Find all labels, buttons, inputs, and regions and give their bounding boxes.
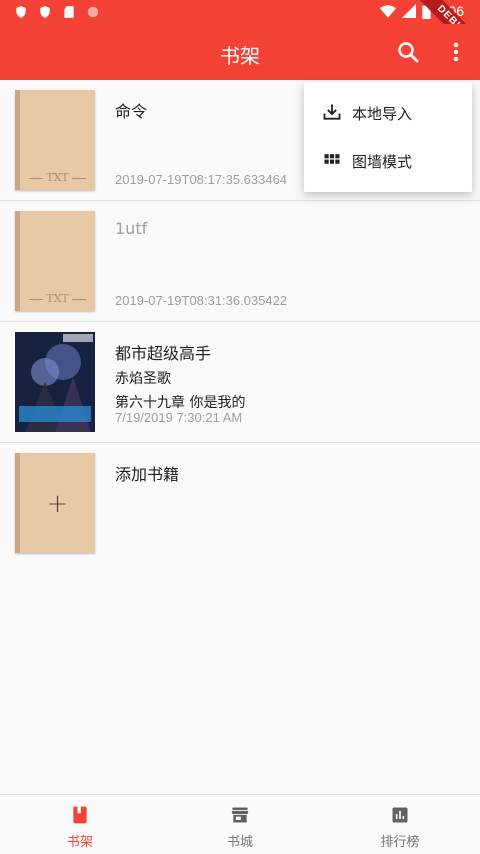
grid-icon <box>324 154 340 164</box>
plus-icon: + <box>46 489 69 519</box>
notification-icons <box>14 5 100 19</box>
sd-card-icon <box>64 6 74 18</box>
menu-item-label: 本地导入 <box>352 105 413 123</box>
cover-label: TXT <box>24 292 91 305</box>
book-latest-chapter: 第六十九章 你是我的 <box>115 395 246 411</box>
menu-item-label: 图墙模式 <box>352 153 413 171</box>
status-bar: 9:06 DEBUG <box>0 0 480 67</box>
cover-artwork <box>15 332 95 432</box>
add-book-cover: + <box>15 453 95 553</box>
book-cover-image <box>15 332 95 432</box>
signal-icon <box>401 4 416 18</box>
book-cover: TXT <box>15 211 95 311</box>
book-date: 2019-07-19T08:17:35.633464 <box>115 172 288 187</box>
book-cover: TXT <box>15 90 95 190</box>
book-icon <box>73 806 87 824</box>
nav-tab-ranking[interactable]: 排行榜 <box>320 795 480 854</box>
add-book-label: 添加书籍 <box>115 465 180 484</box>
menu-item-grid-mode[interactable]: 图墙模式 <box>304 136 472 184</box>
add-book-item[interactable]: + 添加书籍 <box>0 443 480 564</box>
search-button[interactable] <box>392 36 424 68</box>
store-icon <box>231 807 249 823</box>
app-bar: 书架 <box>0 24 480 80</box>
book-author: 赤焰圣歌 <box>115 371 171 387</box>
record-icon <box>87 6 99 18</box>
book-title: 命令 <box>115 102 148 121</box>
book-item[interactable]: 都市超级高手 赤焰圣歌 第六十九章 你是我的 7/19/2019 7:30:21… <box>0 322 480 443</box>
bottom-navigation: 书架 书城 排行榜 <box>0 794 480 854</box>
shield-icon <box>40 6 50 18</box>
more-options-button[interactable] <box>440 36 472 68</box>
book-date: 7/19/2019 7:30:21 AM <box>115 410 243 425</box>
nav-tab-label: 书城 <box>226 835 253 850</box>
nav-tab-label: 排行榜 <box>380 835 420 850</box>
search-icon <box>398 42 419 63</box>
menu-item-local-import[interactable]: 本地导入 <box>304 88 472 136</box>
wifi-icon <box>379 5 396 18</box>
book-item[interactable]: TXT 1utf 2019-07-19T08:31:36.035422 <box>0 201 480 322</box>
nav-tab-bookstore[interactable]: 书城 <box>160 795 320 854</box>
nav-tab-bookshelf[interactable]: 书架 <box>0 795 160 854</box>
overflow-menu: 本地导入 图墙模式 <box>304 82 472 192</box>
cover-label: TXT <box>24 171 91 184</box>
book-title: 都市超级高手 <box>115 344 212 363</box>
more-vert-icon <box>453 42 459 62</box>
shield-icon <box>16 6 26 18</box>
nav-tab-label: 书架 <box>66 835 93 850</box>
book-title: 1utf <box>115 219 148 238</box>
book-date: 2019-07-19T08:31:36.035422 <box>115 293 288 308</box>
chart-icon <box>392 807 408 823</box>
download-icon <box>323 104 341 120</box>
